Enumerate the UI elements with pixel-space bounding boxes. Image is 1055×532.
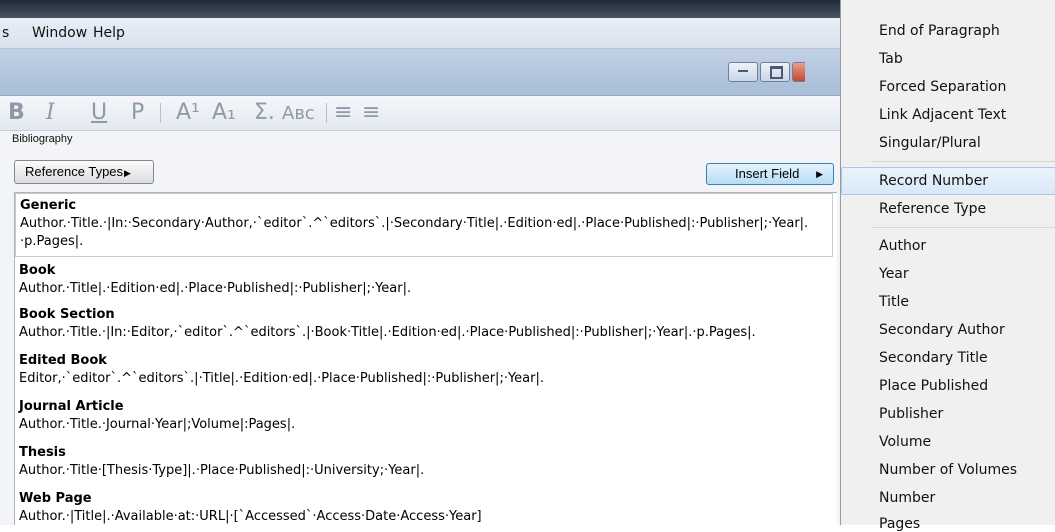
small-caps-button[interactable]: Aʙᴄ <box>282 103 315 124</box>
menu-tools-partial[interactable]: s <box>2 25 9 41</box>
menu-item-secondary-title[interactable]: Secondary Title <box>879 350 988 366</box>
insert-field-button[interactable]: Insert Field ▶ <box>706 163 834 185</box>
template-type-title: Book <box>19 263 56 278</box>
template-entry-journal-article[interactable]: Journal Article Author.·Title.·Journal·Y… <box>15 397 833 437</box>
template-entry-web-page[interactable]: Web Page Author.·|Title|.·Available·at:·… <box>15 487 833 525</box>
menu-item-number-of-volumes[interactable]: Number of Volumes <box>879 462 1017 478</box>
menu-item-end-of-paragraph[interactable]: End of Paragraph <box>879 23 1000 39</box>
plain-button[interactable]: P <box>131 100 144 125</box>
insert-field-label: Insert Field <box>735 166 800 181</box>
menu-item-volume[interactable]: Volume <box>879 434 931 450</box>
template-type-title: Book Section <box>19 307 115 322</box>
insert-field-menu: End of Paragraph Tab Forced Separation L… <box>840 0 1055 532</box>
window-controls <box>728 62 807 82</box>
template-entry-generic[interactable]: Generic Author.·Title.·|In:·Secondary·Au… <box>15 193 833 257</box>
menu-item-singular-plural[interactable]: Singular/Plural <box>879 135 981 151</box>
menu-item-year[interactable]: Year <box>879 266 909 282</box>
menu-help[interactable]: Help <box>93 25 125 41</box>
menu-separator <box>871 161 1055 162</box>
template-entry-thesis[interactable]: Thesis Author.·Title·[Thesis·Type]|.·Pla… <box>15 443 833 483</box>
maximize-button[interactable] <box>760 62 790 82</box>
template-text[interactable]: Author.·Title.·|In:·Secondary·Author,·`e… <box>20 216 808 231</box>
menu-item-publisher[interactable]: Publisher <box>879 406 943 422</box>
minimize-icon <box>738 70 748 75</box>
background-strip <box>0 0 840 18</box>
submenu-arrow-icon: ▶ <box>816 169 823 179</box>
template-list[interactable]: Generic Author.·Title.·|In:·Secondary·Au… <box>14 192 837 525</box>
template-text[interactable]: Author.·Title·[Thesis·Type]|.·Place·Publ… <box>19 463 424 478</box>
template-text[interactable]: Author.·Title|.·Edition·ed|.·Place·Publi… <box>19 281 411 296</box>
underline-button[interactable]: U <box>91 100 107 125</box>
reference-types-label: Reference Types <box>25 164 124 179</box>
reference-types-button[interactable]: Reference Types▶ <box>14 160 154 184</box>
template-entry-book[interactable]: Book Author.·Title|.·Edition·ed|.·Place·… <box>15 261 833 301</box>
template-type-title: Journal Article <box>19 399 124 414</box>
title-bar <box>0 49 840 96</box>
format-toolbar: B I U P A¹ A₁ Σ. Aʙᴄ ≡ ≡ <box>0 96 840 131</box>
symbol-button[interactable]: Σ. <box>254 100 275 125</box>
align-left-button[interactable]: ≡ <box>334 100 352 125</box>
template-text[interactable]: Author.·|Title|.·Available·at:·URL|·[`Ac… <box>19 509 482 524</box>
template-entry-edited-book[interactable]: Edited Book Editor,·`editor`.^`editors`.… <box>15 351 833 391</box>
template-text[interactable]: Editor,·`editor`.^`editors`.|·Title|.·Ed… <box>19 371 544 386</box>
maximize-icon <box>770 66 783 79</box>
template-text[interactable]: ·p.Pages|. <box>20 234 83 249</box>
menu-item-reference-type[interactable]: Reference Type <box>879 201 986 217</box>
menu-item-record-number[interactable]: Record Number <box>879 173 988 189</box>
menu-bar: s Window Help <box>0 18 840 49</box>
template-type-title: Edited Book <box>19 353 107 368</box>
toolbar-divider <box>326 103 327 123</box>
menu-item-pages[interactable]: Pages <box>879 516 920 532</box>
menu-item-tab[interactable]: Tab <box>879 51 903 67</box>
template-text[interactable]: Author.·Title.·|In:·Editor,·`editor`.^`e… <box>19 325 756 340</box>
menu-item-forced-separation[interactable]: Forced Separation <box>879 79 1006 95</box>
template-type-title: Web Page <box>19 491 92 506</box>
submenu-arrow-icon: ▶ <box>124 168 131 178</box>
menu-item-title[interactable]: Title <box>879 294 909 310</box>
justify-button[interactable]: ≡ <box>362 100 380 125</box>
template-type-title: Generic <box>20 198 77 213</box>
menu-item-number[interactable]: Number <box>879 490 935 506</box>
style-editor-window: s Window Help B I U P A¹ A₁ Σ. Aʙᴄ ≡ ≡ B… <box>0 0 840 525</box>
superscript-button[interactable]: A¹ <box>176 100 200 125</box>
menu-item-author[interactable]: Author <box>879 238 926 254</box>
menu-item-link-adjacent-text[interactable]: Link Adjacent Text <box>879 107 1006 123</box>
menu-item-place-published[interactable]: Place Published <box>879 378 988 394</box>
close-button[interactable] <box>792 62 805 82</box>
menu-item-secondary-author[interactable]: Secondary Author <box>879 322 1005 338</box>
menu-separator <box>871 227 1055 228</box>
bold-button[interactable]: B <box>8 100 25 125</box>
bibliography-label: Bibliography <box>12 133 73 145</box>
menu-window[interactable]: Window <box>32 25 87 41</box>
subscript-button[interactable]: A₁ <box>212 100 236 125</box>
toolbar-divider <box>160 103 161 123</box>
template-type-title: Thesis <box>19 445 66 460</box>
minimize-button[interactable] <box>728 62 758 82</box>
template-text[interactable]: Author.·Title.·Journal·Year|;Volume|:Pag… <box>19 417 295 432</box>
italic-button[interactable]: I <box>46 100 55 125</box>
template-entry-book-section[interactable]: Book Section Author.·Title.·|In:·Editor,… <box>15 305 833 345</box>
